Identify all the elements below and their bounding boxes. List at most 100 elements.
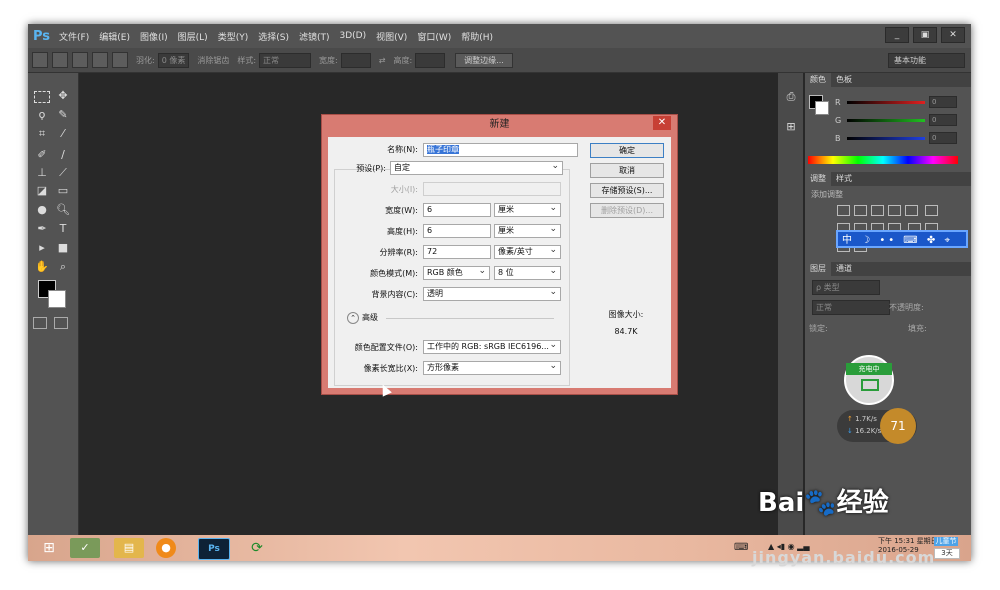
green-track[interactable] [847,118,925,122]
blue-slider[interactable]: B 0 [835,132,957,144]
quick-select-tool-icon[interactable]: ✎ [54,107,72,123]
quick-mask-icon[interactable] [33,317,47,329]
cancel-button[interactable]: 取消 [590,163,664,178]
name-field[interactable]: 瓶子印章 [423,143,578,157]
preset-select[interactable]: 自定 [390,161,563,175]
blend-mode-select[interactable]: 正常 [812,300,890,315]
windows-start-icon[interactable]: ⊞ [34,538,64,558]
clone-stamp-tool-icon[interactable]: ⊥ [33,165,51,181]
bit-depth-select[interactable]: 8 位 [494,266,561,280]
swap-icon[interactable]: ⇄ [379,56,386,65]
tab-layers[interactable]: 图层 [805,262,831,276]
pen-tool-icon[interactable]: ✒ [33,221,51,237]
advanced-label[interactable]: 高级 [362,312,378,323]
color-profile-select[interactable]: 工作中的 RGB: sRGB IEC6196... [423,340,561,354]
move-tool-icon[interactable]: ✥ [54,88,72,104]
background-select[interactable]: 透明 [423,287,561,301]
zoom-tool-icon[interactable]: ⌕ [54,259,72,275]
app-pinned-icon[interactable]: ✓ [70,538,100,558]
info-panel-icon[interactable]: ⊞ [782,119,800,135]
color-spectrum-bar[interactable] [808,156,958,164]
resolution-unit-select[interactable]: 像素/英寸 [494,245,561,259]
exposure-icon[interactable] [888,205,901,216]
pixel-aspect-select[interactable]: 方形像素 [423,361,561,375]
screen-mode-icon[interactable] [54,317,68,329]
resolution-input[interactable]: 72 [423,245,491,259]
background-color-swatch[interactable] [48,290,66,308]
curves-icon[interactable] [871,205,884,216]
marquee-preset-icon[interactable] [32,52,48,68]
gradient-tool-icon[interactable]: ▭ [54,183,72,199]
history-brush-tool-icon[interactable]: ⟋ [54,165,72,181]
input-method-toolbar[interactable]: 中 ☽ •• ⌨ ✤ ⌖ [836,230,968,248]
green-slider[interactable]: G 0 [835,114,957,126]
brush-tool-icon[interactable]: ∕ [54,147,72,163]
crop-tool-icon[interactable]: ⌗ [33,126,51,142]
tab-color[interactable]: 颜色 [805,73,831,87]
height-input[interactable] [415,52,446,68]
tab-styles[interactable]: 样式 [831,172,857,186]
intersect-selection-icon[interactable] [112,52,128,68]
history-panel-icon[interactable]: ⎙ [782,89,800,105]
brightness-icon[interactable] [837,205,850,216]
save-preset-button[interactable]: 存储预设(S)... [590,183,664,198]
add-selection-icon[interactable] [72,52,88,68]
menu-layer[interactable]: 图层(L) [178,30,208,43]
hand-tool-icon[interactable]: ✋ [33,259,51,275]
menu-help[interactable]: 帮助(H) [461,30,493,43]
height-unit-select[interactable]: 厘米 [494,224,561,238]
width-unit-select[interactable]: 厘米 [494,203,561,217]
refine-edge-button[interactable]: 调整边缘... [455,52,513,68]
dialog-close-button[interactable]: ✕ [653,116,671,130]
feather-input[interactable]: 0 像素 [157,52,190,68]
blur-tool-icon[interactable]: ● [33,202,51,218]
color-bg-swatch[interactable] [815,101,829,115]
workspace-select[interactable]: 基本功能 [888,53,965,68]
color-mode-select[interactable]: RGB 颜色 [423,266,490,280]
healing-brush-tool-icon[interactable]: ✐ [33,147,51,163]
eyedropper-tool-icon[interactable]: ⁄ [54,126,72,142]
menu-3d[interactable]: 3D(D) [340,31,367,41]
menu-window[interactable]: 窗口(W) [417,30,451,43]
path-select-tool-icon[interactable]: ▸ [33,240,51,256]
lasso-tool-icon[interactable]: ϙ [33,107,51,123]
blue-track[interactable] [847,136,925,140]
eraser-tool-icon[interactable]: ◪ [33,183,51,199]
levels-icon[interactable] [854,205,867,216]
tab-swatches[interactable]: 色板 [831,73,857,87]
type-tool-icon[interactable]: T [54,221,72,237]
antialias-checkbox[interactable]: 消除锯齿 [197,55,229,66]
keyboard-icon[interactable]: ⌨ [734,542,748,553]
minimize-button[interactable]: _ [885,27,909,43]
advanced-toggle-icon[interactable]: ⌃ [347,312,359,324]
blue-value[interactable]: 0 [929,132,957,144]
memory-percent-badge[interactable]: 71 [880,408,916,444]
ok-button[interactable]: 确定 [590,143,664,158]
dodge-tool-icon[interactable]: 🔍︎ [54,202,72,218]
browser-icon[interactable]: ● [156,538,176,558]
width-input[interactable]: 6 [423,203,491,217]
menu-type[interactable]: 类型(Y) [218,30,249,43]
hue-saturation-icon[interactable] [924,205,938,216]
menu-filter[interactable]: 滤镜(T) [299,30,330,43]
new-selection-icon[interactable] [52,52,68,68]
height-input[interactable]: 6 [423,224,491,238]
rect-marquee-tool-icon[interactable] [34,91,50,103]
red-slider[interactable]: R 0 [835,96,957,108]
menu-select[interactable]: 选择(S) [258,30,289,43]
style-select[interactable]: 正常 [259,52,312,68]
sync-app-icon[interactable]: ⟳ [242,538,272,558]
photoshop-taskbar-icon[interactable]: Ps [198,538,230,560]
tab-channels[interactable]: 通道 [831,262,857,276]
red-value[interactable]: 0 [929,96,957,108]
menu-file[interactable]: 文件(F) [59,30,89,43]
red-track[interactable] [847,100,925,104]
width-input[interactable] [340,52,371,68]
close-window-button[interactable]: ✕ [941,27,965,43]
vibrance-icon[interactable] [905,205,918,216]
menu-view[interactable]: 视图(V) [376,30,407,43]
menu-image[interactable]: 图像(I) [140,30,168,43]
green-value[interactable]: 0 [929,114,957,126]
layer-kind-filter[interactable]: ρ 类型 [812,280,880,295]
subtract-selection-icon[interactable] [92,52,108,68]
